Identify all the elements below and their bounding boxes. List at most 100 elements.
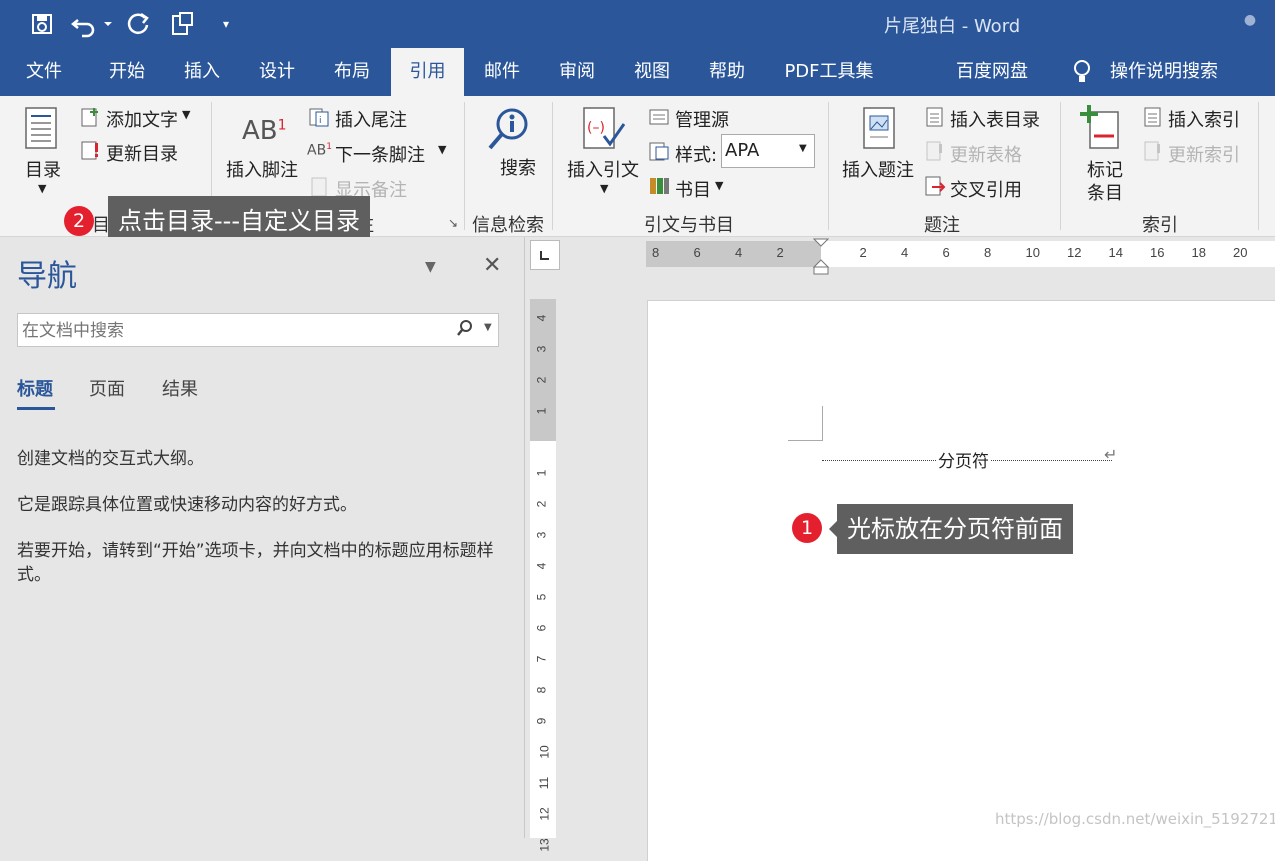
insert-table-of-figures-button[interactable]: 插入表目录 [950,106,1040,132]
style-label: 样式: [675,141,717,167]
search-icon[interactable] [456,318,474,342]
insert-citation-icon[interactable]: (–) [582,106,626,156]
ruler-tick-label: 4 [735,245,742,260]
insert-citation-dropdown-icon[interactable]: ▼ [600,182,608,195]
ruler-tick-label: 9 [534,718,548,725]
paragraph-mark-icon: ↵ [1104,445,1117,464]
mark-entry-label-2[interactable]: 条目 [1087,179,1123,205]
insert-index-button[interactable]: 插入索引 [1168,106,1240,132]
navigation-pane: 导航 ▼ ✕ ▼ 标题 页面 结果 创建文档的交互式大纲。 它是跟踪具体位置或快… [0,237,525,838]
ruler-tick-label: 4 [534,315,548,322]
manage-sources-icon [648,106,672,132]
tab-review[interactable]: 审阅 [547,48,607,96]
mark-entry-icon[interactable] [1080,104,1120,154]
nav-tab-results[interactable]: 结果 [162,375,198,401]
insert-table-of-figures-icon [924,106,946,132]
title-bar: ▾ 片尾独白 - Word ● [0,0,1275,48]
bibliography-dropdown-icon[interactable]: ▼ [715,179,723,192]
nav-tab-pages[interactable]: 页面 [89,375,125,401]
tell-me-search[interactable]: 操作说明搜索 [1104,48,1224,96]
add-text-dropdown-icon[interactable]: ▼ [182,108,190,121]
footnote-dialog-launcher-icon[interactable]: ↘ [448,216,458,230]
ruler-tick-label: 12 [1067,245,1081,260]
tab-view[interactable]: 视图 [622,48,682,96]
tab-help[interactable]: 帮助 [697,48,757,96]
tab-stop-selector[interactable] [530,240,560,270]
search-button[interactable]: 搜索 [500,154,536,180]
ruler-tick-label: 10 [538,745,552,758]
next-footnote-button[interactable]: 下一条脚注 [335,141,425,167]
insert-citation-button[interactable]: 插入引文 [567,156,639,182]
customize-qat-icon[interactable]: ▾ [212,10,240,38]
ruler-tick-label: 7 [534,656,548,663]
document-page[interactable]: 分页符 ↵ 光标放在分页符前面 1 [647,300,1275,861]
next-footnote-icon: AB1 [307,142,332,159]
add-text-button[interactable]: 添加文字 [106,106,178,132]
update-index-button[interactable]: 更新索引 [1168,141,1240,167]
toc-icon[interactable] [24,106,60,158]
ruler-tick-label: 14 [1109,245,1123,260]
group-divider [1258,102,1259,230]
search-magnifier-icon[interactable] [486,106,532,156]
update-table-icon [924,140,946,166]
tab-home[interactable]: 开始 [97,48,157,96]
insert-footnote-button[interactable]: 插入脚注 [226,156,298,182]
close-icon[interactable]: ✕ [483,253,501,278]
redo-icon[interactable] [125,10,153,38]
insert-caption-icon[interactable] [862,106,898,156]
ruler-tick-label: 6 [694,245,701,260]
next-footnote-dropdown-icon[interactable]: ▼ [438,143,446,156]
document-area: 8642246810121416182022 43211234567891011… [525,237,1275,838]
autosave-icon[interactable] [28,10,56,38]
tab-layout[interactable]: 布局 [322,48,382,96]
vertical-ruler[interactable]: 432112345678910111213 [530,299,556,838]
nav-tab-headings[interactable]: 标题 [17,375,53,401]
style-icon [648,140,672,166]
group-label-research: 信息检索 [472,211,544,237]
group-label-index: 索引 [1142,211,1178,237]
horizontal-ruler[interactable]: 8642246810121416182022 [646,241,1275,267]
nav-options-chevron-icon[interactable]: ▼ [425,259,436,275]
manage-sources-button[interactable]: 管理源 [675,106,729,132]
watermark-text: https://blog.csdn.net/weixin_51927215 [995,810,1275,828]
ruler-tick-label: 6 [534,625,548,632]
update-index-icon [1142,140,1164,166]
chevron-down-icon: ▼ [799,143,807,154]
group-label-captions: 题注 [924,211,960,237]
group-label-citations: 引文与书目 [644,211,734,237]
ruler-ticks: 8642246810121416182022 [646,245,1275,263]
update-table-button[interactable]: 更新表格 [950,141,1022,167]
group-divider [464,102,465,230]
tab-pdf-tools[interactable]: PDF工具集 [776,48,882,96]
cross-reference-button[interactable]: 交叉引用 [950,176,1022,202]
toc-button[interactable]: 目录 [25,156,61,182]
group-divider [1060,102,1061,230]
nav-search-input[interactable] [20,318,444,344]
bibliography-button[interactable]: 书目 [675,176,711,202]
account-icon[interactable]: ● [1236,6,1264,34]
clipboard-icon[interactable] [168,10,196,38]
ruler-tick-label: 20 [1233,245,1247,260]
callout-pointer [829,521,837,537]
tab-design[interactable]: 设计 [247,48,307,96]
undo-icon[interactable] [70,10,114,38]
search-dropdown-icon[interactable]: ▼ [484,322,492,333]
ruler-tick-label: 12 [538,807,552,820]
insert-caption-button[interactable]: 插入题注 [842,156,914,182]
nav-search-box[interactable]: ▼ [17,313,499,347]
tab-insert[interactable]: 插入 [172,48,232,96]
ruler-ticks: 432112345678910111213 [530,299,556,838]
indent-marker-icon[interactable] [813,238,829,276]
ruler-tick-label: 5 [534,594,548,601]
tab-references[interactable]: 引用 [391,48,464,96]
tab-baidu-netdisk[interactable]: 百度网盘 [948,48,1036,96]
tab-mailings[interactable]: 邮件 [472,48,532,96]
tab-file[interactable]: 文件 [14,48,74,96]
citation-style-select[interactable]: APA ▼ [721,134,815,168]
insert-index-icon [1142,106,1164,132]
ruler-tick-label: 1 [534,470,548,477]
update-toc-button[interactable]: 更新目录 [106,140,178,166]
toc-dropdown-icon[interactable]: ▼ [38,182,46,195]
lightbulb-icon [1068,48,1096,96]
insert-endnote-button[interactable]: 插入尾注 [335,106,407,132]
